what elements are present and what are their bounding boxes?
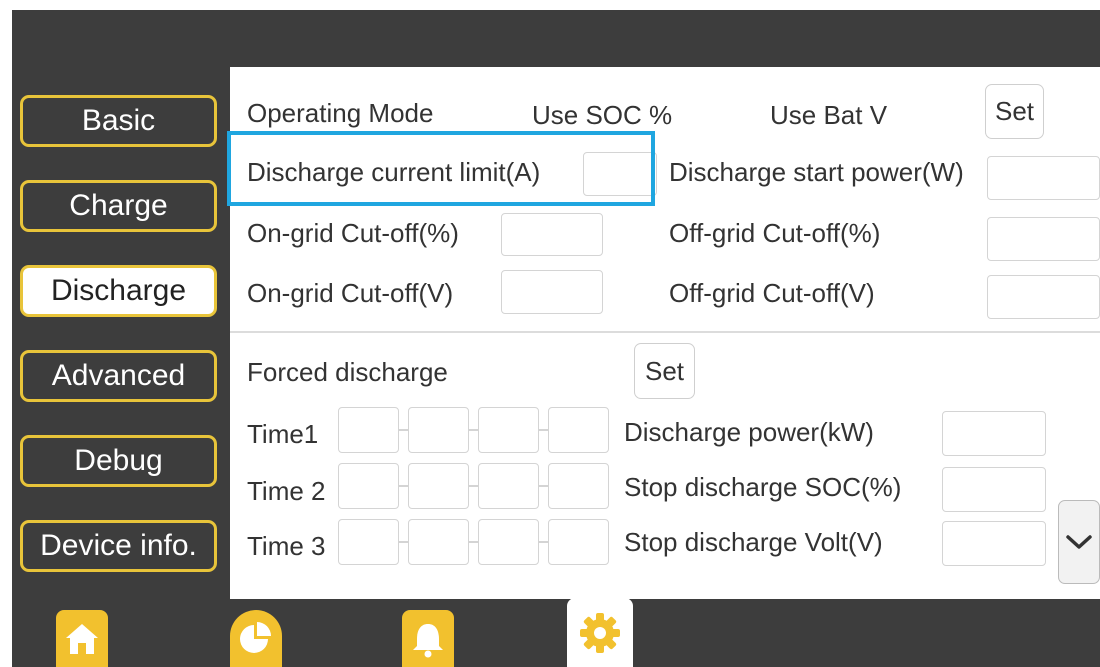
scroll-down-button[interactable] [1058,500,1100,584]
off-grid-cutoff-pct-label: Off-grid Cut-off(%) [669,218,881,248]
discharge-start-power-input[interactable] [987,156,1100,200]
on-grid-cutoff-v-label: On-grid Cut-off(V) [247,278,454,308]
gear-icon [580,612,620,653]
bell-icon [413,623,443,657]
sidebar-item-discharge[interactable]: Discharge [20,265,217,317]
time3-start-hour-input[interactable] [338,519,399,565]
time2-end-minute-input[interactable] [548,463,609,509]
nav-settings[interactable] [567,598,633,667]
chevron-down-icon [1066,535,1092,549]
on-grid-cutoff-v-input[interactable] [501,270,603,314]
sidebar-item-device-info[interactable]: Device info. [20,520,217,572]
time1-label: Time1 [247,419,319,449]
home-icon [66,623,98,654]
use-bat-v-option[interactable]: Use Bat V [770,100,887,131]
sidebar-item-advanced[interactable]: Advanced [20,350,217,402]
stop-discharge-soc-label: Stop discharge SOC(%) [624,472,902,502]
time2-start-minute-input[interactable] [408,463,469,509]
time1-start-hour-input[interactable] [338,407,399,453]
sidebar-item-basic[interactable]: Basic [20,95,217,147]
time2-label: Time 2 [247,476,326,506]
app-frame: Basic Charge Discharge Advanced Debug De… [12,10,1100,667]
time3-end-minute-input[interactable] [548,519,609,565]
stop-discharge-soc-input[interactable] [942,467,1046,512]
time2-end-hour-input[interactable] [478,463,539,509]
time1-start-minute-input[interactable] [408,407,469,453]
discharge-start-power-label: Discharge start power(W) [669,157,964,187]
time3-start-minute-input[interactable] [408,519,469,565]
time3-label: Time 3 [247,531,326,561]
nav-alarms[interactable] [402,610,454,667]
discharge-power-label: Discharge power(kW) [624,417,874,447]
operating-mode-label: Operating Mode [247,98,434,128]
nav-statistics[interactable] [230,610,282,667]
forced-discharge-title: Forced discharge [247,357,448,387]
off-grid-cutoff-v-label: Off-grid Cut-off(V) [669,278,875,308]
forced-discharge-set-button[interactable]: Set [634,343,695,399]
time1-end-minute-input[interactable] [548,407,609,453]
time2-start-hour-input[interactable] [338,463,399,509]
sidebar-item-charge[interactable]: Charge [20,180,217,232]
nav-home[interactable] [56,610,108,667]
pie-chart-icon [240,621,271,653]
time3-range [338,519,609,565]
time2-range [338,463,609,509]
time1-end-hour-input[interactable] [478,407,539,453]
stop-discharge-volt-label: Stop discharge Volt(V) [624,527,883,557]
section-divider [230,331,1100,333]
on-grid-cutoff-pct-label: On-grid Cut-off(%) [247,218,459,248]
time3-end-hour-input[interactable] [478,519,539,565]
sidebar-item-debug[interactable]: Debug [20,435,217,487]
off-grid-cutoff-pct-input[interactable] [987,217,1100,261]
operating-mode-set-button[interactable]: Set [985,84,1044,139]
stop-discharge-volt-input[interactable] [942,521,1046,566]
on-grid-cutoff-pct-input[interactable] [501,213,603,256]
highlight-box [227,131,655,206]
use-soc-option[interactable]: Use SOC % [532,100,672,131]
time1-range [338,407,609,453]
discharge-power-input[interactable] [942,411,1046,456]
off-grid-cutoff-v-input[interactable] [987,275,1100,319]
